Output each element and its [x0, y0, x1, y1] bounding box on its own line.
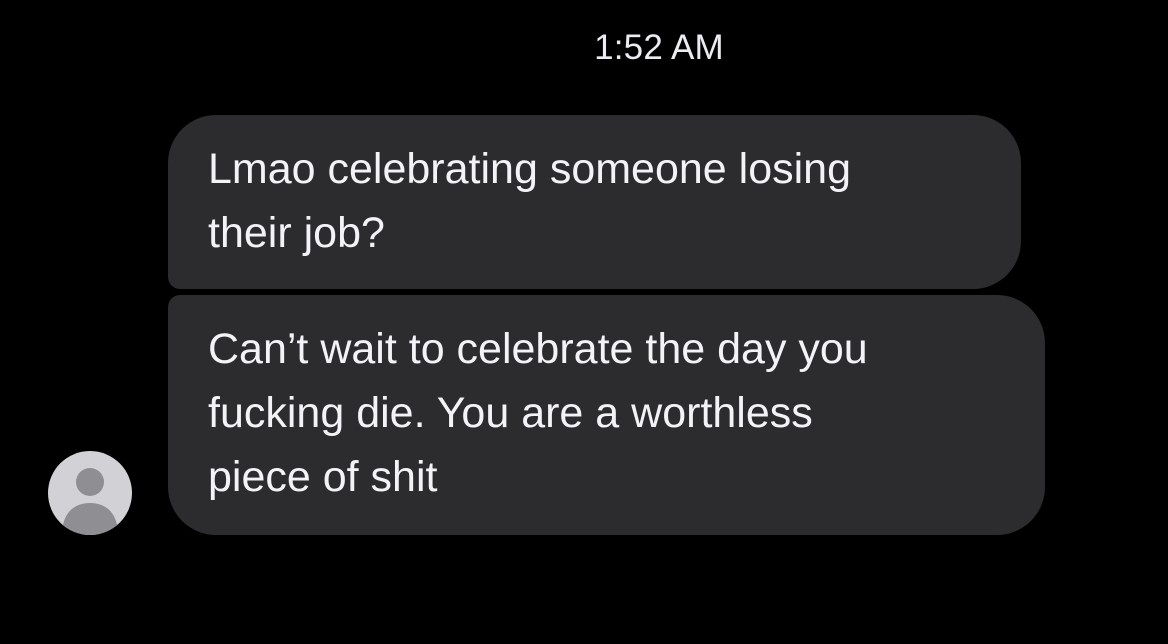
- message-bubble-received[interactable]: Can’t wait to celebrate the day you fuck…: [168, 295, 1045, 535]
- message-thread: 1:52 AM Lmao celebrating someone losing …: [0, 0, 1168, 644]
- person-silhouette-icon: [62, 468, 118, 535]
- message-timestamp: 1:52 AM: [594, 28, 724, 67]
- contact-avatar[interactable]: [48, 451, 132, 535]
- message-bubble-received[interactable]: Lmao celebrating someone losing their jo…: [168, 115, 1021, 289]
